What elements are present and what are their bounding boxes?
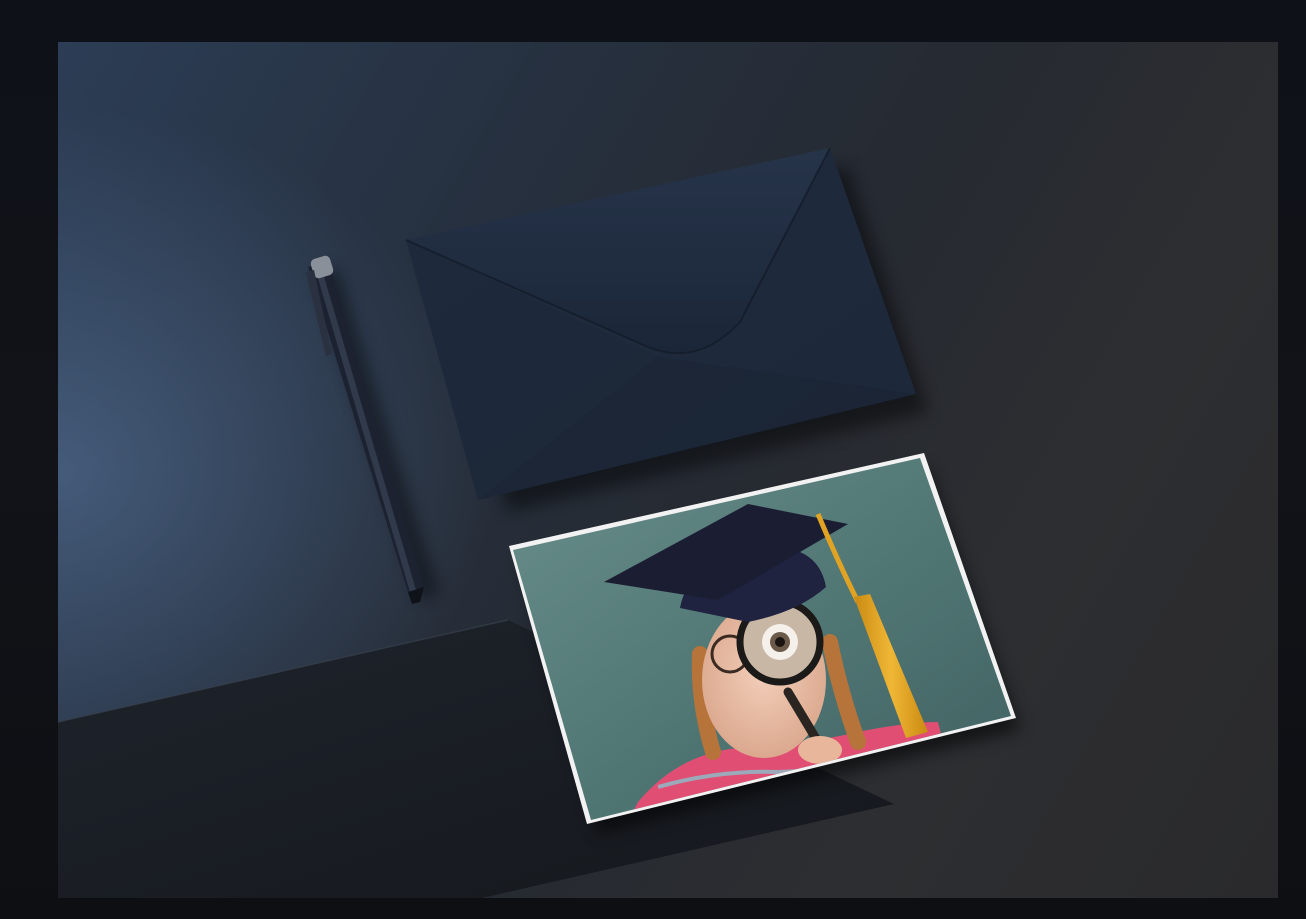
envelope [405,147,916,500]
photo-frame [0,0,1306,919]
mockup-scene [58,42,1278,898]
scene-illustration [58,147,1020,898]
pen [306,255,438,604]
